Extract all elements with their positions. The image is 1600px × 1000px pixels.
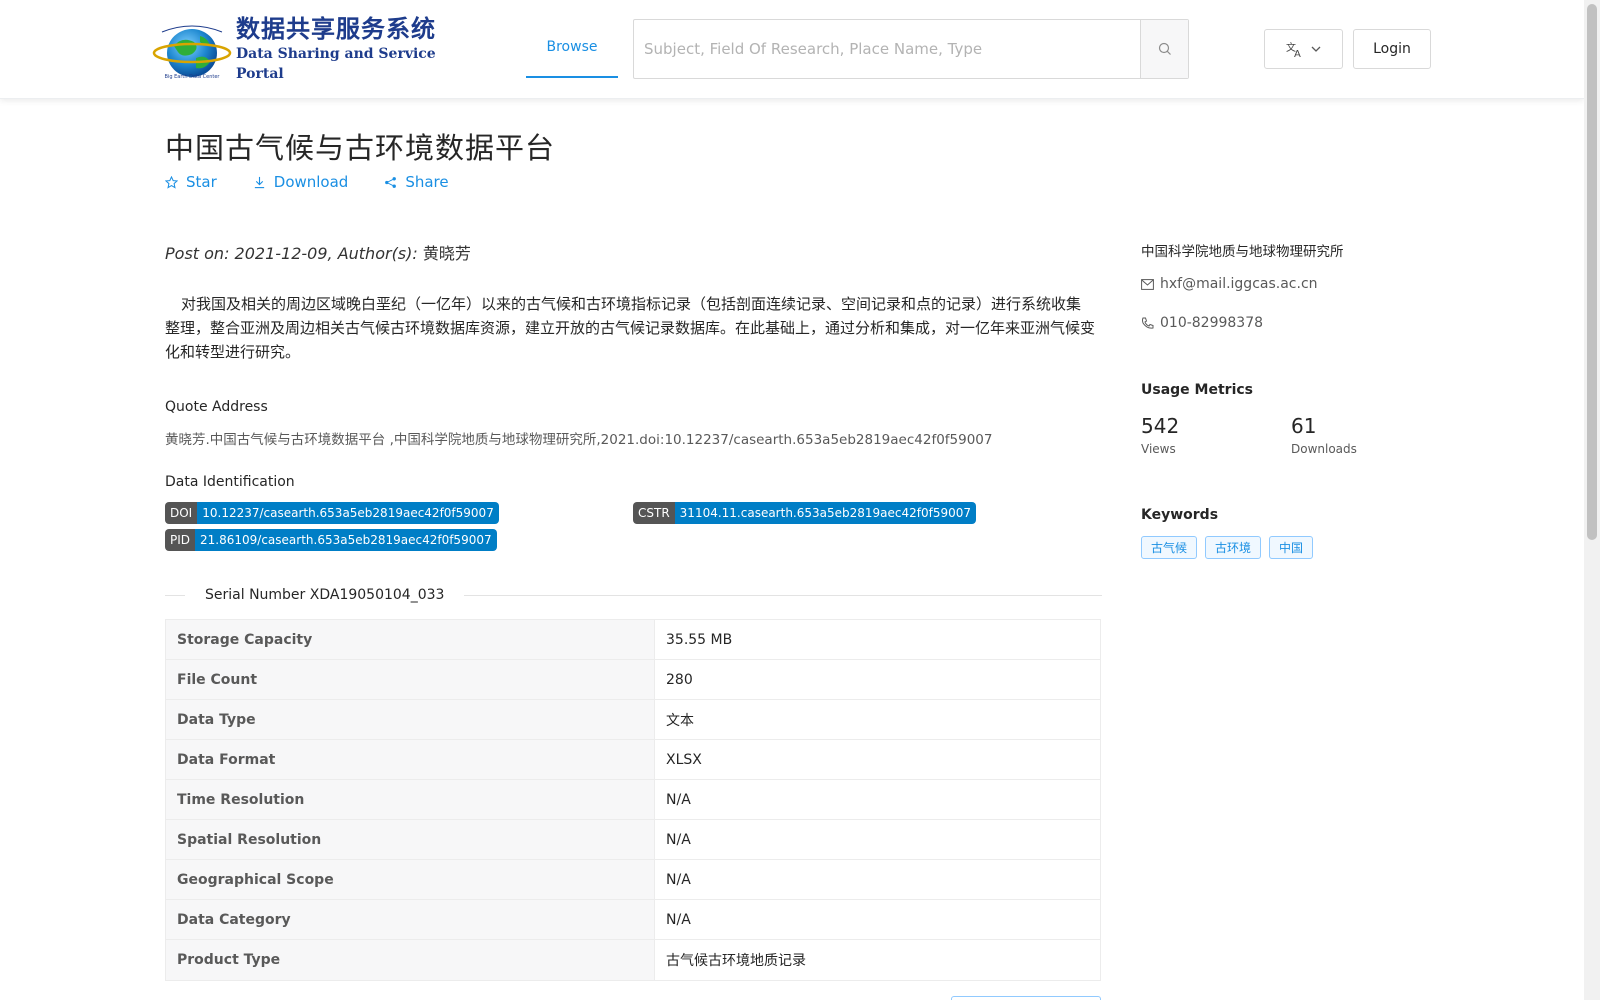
cstr-badge-value: 31104.11.casearth.653a5eb2819aec42f0f590… (674, 502, 977, 524)
login-button[interactable]: Login (1353, 29, 1431, 69)
logo-title-cn: 数据共享服务系统 (236, 15, 436, 43)
chevron-down-icon (1311, 46, 1320, 52)
views-label: Views (1141, 442, 1176, 456)
download-icon (254, 176, 264, 188)
phone-icon (1142, 317, 1154, 329)
logo-text: 数据共享服务系统 Data Sharing and Service Portal (236, 14, 442, 84)
top-header: Big Earth Data Center 数据共享服务系统 Data Shar… (0, 0, 1584, 99)
contact-phone: 010-82998378 (1141, 315, 1263, 331)
divider-line (165, 594, 185, 596)
dataset-actions: Star Download Share (165, 173, 449, 191)
keyword-tag[interactable]: 古气候 (1141, 536, 1198, 559)
row-value: N/A (666, 831, 691, 848)
pid-badge-value: 21.86109/casearth.653a5eb2819aec42f0f590… (195, 529, 497, 551)
pid-badge-key: PID (165, 529, 196, 551)
data-identification-label: Data Identification (165, 474, 295, 490)
table-row: Data Type 文本 (166, 700, 1100, 740)
downloads-count: 61 (1291, 414, 1317, 438)
page: Big Earth Data Center 数据共享服务系统 Data Shar… (0, 0, 1600, 1000)
keyword-tags: 古气候 古环境 中国 (1141, 536, 1314, 559)
row-value: N/A (666, 791, 691, 808)
organization-name: 中国科学院地质与地球物理研究所 (1141, 244, 1344, 260)
table-row: Spatial Resolution N/A (166, 820, 1100, 860)
row-label: Product Type (166, 940, 655, 980)
star-icon (165, 175, 178, 189)
scrollbar-thumb[interactable] (1587, 4, 1597, 540)
row-value: 古气候古环境地质记录 (666, 953, 806, 969)
doi-badge[interactable]: DOI 10.12237/casearth.653a5eb2819aec42f0… (165, 502, 499, 524)
table-row: Time Resolution N/A (166, 780, 1100, 820)
row-value: N/A (666, 871, 691, 888)
svg-text:A: A (1294, 49, 1301, 58)
star-button[interactable]: Star (165, 173, 217, 191)
nav-browse-tab[interactable]: Browse (526, 18, 618, 78)
search-bar (633, 19, 1189, 79)
quote-address-text: 黄晓芳.中国古气候与古环境数据平台 ,中国科学院地质与地球物理研究所,2021.… (165, 432, 993, 448)
quote-address-label: Quote Address (165, 399, 268, 415)
share-icon (385, 176, 397, 188)
row-label: Data Format (166, 740, 655, 779)
table-row: File Count 280 (166, 660, 1100, 700)
mail-icon (1141, 278, 1154, 290)
row-label: Geographical Scope (166, 860, 655, 899)
contact-email[interactable]: hxf@mail.iggcas.ac.cn (1141, 276, 1318, 292)
pid-badge[interactable]: PID 21.86109/casearth.653a5eb2819aec42f0… (165, 529, 497, 551)
vertical-scrollbar[interactable] (1584, 0, 1600, 1000)
search-icon (1158, 42, 1171, 55)
svg-text:Big Earth Data Center: Big Earth Data Center (165, 74, 221, 80)
dataset-title: 中国古气候与古环境数据平台 (165, 131, 556, 165)
metadata-table: Storage Capacity 35.55 MB File Count 280 D… (165, 619, 1101, 981)
views-count: 542 (1141, 414, 1180, 438)
downloads-label: Downloads (1291, 442, 1357, 456)
keyword-tag[interactable]: 中国 (1269, 536, 1314, 559)
cstr-badge[interactable]: CSTR 31104.11.casearth.653a5eb2819aec42f… (633, 502, 977, 524)
doi-badge-value: 10.12237/casearth.653a5eb2819aec42f0f590… (197, 502, 499, 524)
language-switch-button[interactable]: 文 A (1264, 29, 1343, 69)
row-value: 280 (666, 671, 693, 688)
serial-number: Serial Number XDA19050104_033 (205, 587, 445, 603)
post-info: Post on: 2021-12-09, Author(s): 黄晓芳 (165, 240, 471, 264)
cstr-badge-key: CSTR (633, 502, 675, 524)
share-label: Share (405, 173, 449, 191)
table-row: Data Category N/A (166, 900, 1100, 940)
partial-bottom-button[interactable] (951, 996, 1101, 1000)
keywords-title: Keywords (1141, 507, 1219, 523)
row-value: XLSX (666, 751, 702, 768)
search-button[interactable] (1140, 20, 1188, 78)
translate-icon: 文 A (1286, 41, 1301, 58)
usage-metrics-title: Usage Metrics (1141, 382, 1253, 398)
download-button[interactable]: Download (253, 173, 349, 191)
email-text: hxf@mail.iggcas.ac.cn (1160, 276, 1318, 292)
keyword-tag[interactable]: 古环境 (1205, 536, 1262, 559)
row-label: Storage Capacity (166, 620, 655, 659)
download-label: Download (273, 173, 349, 191)
logo-title-en: Data Sharing and Service Portal (236, 46, 436, 82)
dataset-description: 对我国及相关的周边区域晚白垩纪（一亿年）以来的古气候和古环境指标记录（包括剖面连… (165, 295, 1096, 361)
phone-text: 010-82998378 (1160, 315, 1264, 331)
row-value: 35.55 MB (666, 631, 733, 648)
star-label: Star (186, 173, 217, 191)
divider-line (464, 594, 1102, 596)
doi-badge-key: DOI (165, 502, 198, 524)
row-label: Time Resolution (166, 780, 655, 819)
row-label: Data Category (166, 900, 655, 939)
post-date: Post on: 2021-12-09, Author(s): (165, 244, 423, 263)
globe-logo-icon: Big Earth Data Center (152, 18, 232, 80)
table-row: Product Type 古气候古环境地质记录 (166, 940, 1100, 980)
table-row: Storage Capacity 35.55 MB (166, 620, 1100, 660)
site-logo[interactable]: Big Earth Data Center 数据共享服务系统 Data Shar… (152, 15, 442, 82)
row-value: N/A (666, 911, 691, 928)
serial-number-divider: Serial Number XDA19050104_033 (165, 585, 1102, 605)
search-input[interactable] (634, 20, 1140, 78)
table-row: Data Format XLSX (166, 740, 1100, 780)
table-row: Geographical Scope N/A (166, 860, 1100, 900)
share-button[interactable]: Share (384, 173, 449, 191)
row-label: Spatial Resolution (166, 820, 655, 859)
row-label: File Count (166, 660, 655, 699)
row-label: Data Type (166, 700, 655, 739)
row-value: 文本 (666, 712, 694, 729)
author-name: 黄晓芳 (422, 244, 471, 263)
